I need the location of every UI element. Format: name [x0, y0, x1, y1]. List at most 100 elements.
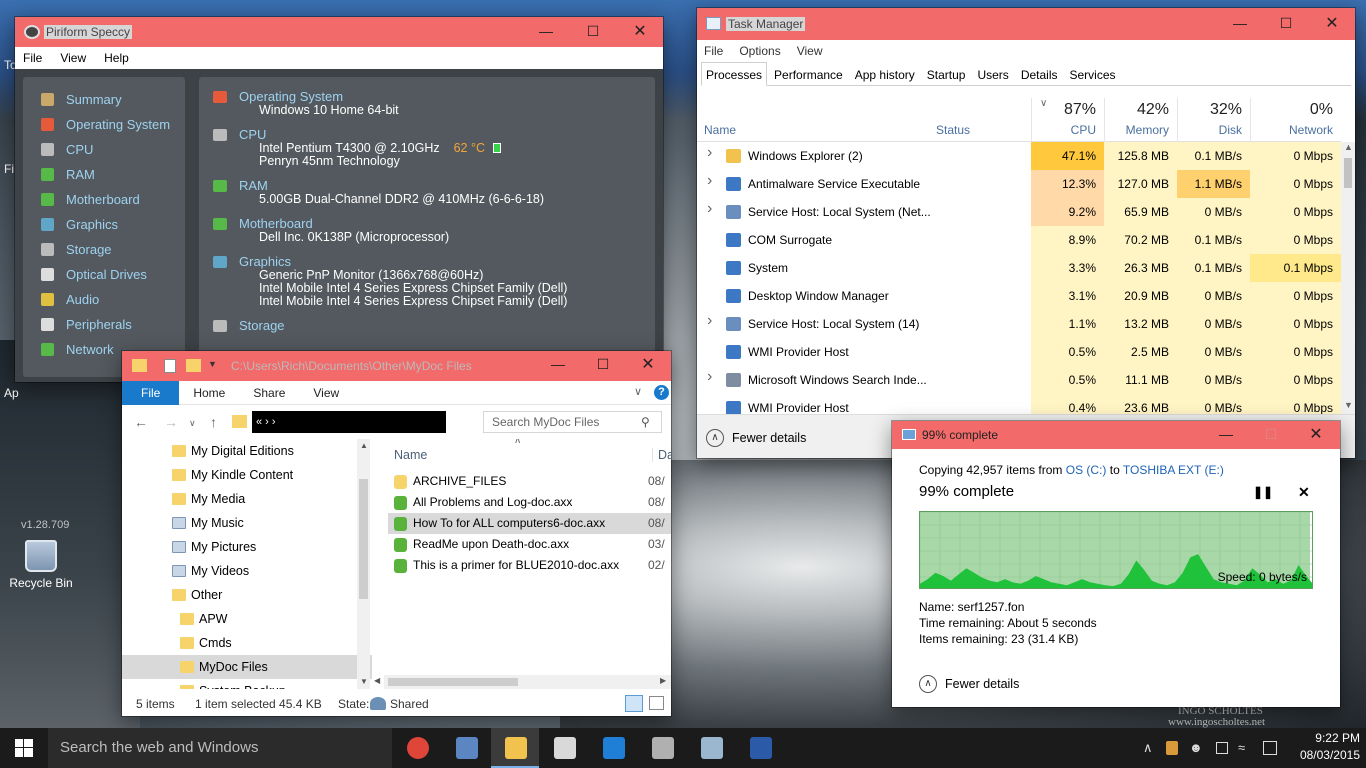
close-button[interactable]: ✕	[1309, 13, 1355, 33]
process-row[interactable]: COM Surrogate 8.9% 70.2 MB 0.1 MB/s 0 Mbps	[697, 226, 1341, 254]
process-row[interactable]: › Service Host: Local System (14) 1.1% 13.2…	[697, 310, 1341, 338]
tab-processes[interactable]: Processes	[701, 62, 768, 86]
chevron-right-icon[interactable]: ›	[707, 172, 717, 190]
scroll-down-icon[interactable]: ▼	[360, 677, 368, 686]
speccy-nav-ram[interactable]: RAM	[23, 162, 185, 187]
up-arrow-icon[interactable]: ↑	[210, 414, 217, 430]
navigation-scrollbar[interactable]: ▲ ▼	[357, 439, 370, 689]
start-button[interactable]	[0, 728, 48, 768]
tree-item[interactable]: Cmds	[122, 631, 372, 655]
process-row[interactable]: WMI Provider Host 0.5% 2.5 MB 0 MB/s 0 Mbps	[697, 338, 1341, 366]
maximize-button[interactable]: ☐	[580, 356, 626, 373]
minimize-button[interactable]: —	[535, 356, 581, 372]
file-list-hscrollbar[interactable]: ◀ ▶	[374, 675, 671, 689]
speccy-nav-optical-drives[interactable]: Optical Drives	[23, 262, 185, 287]
minimize-button[interactable]: —	[1217, 15, 1263, 31]
close-button[interactable]: ✕	[1293, 424, 1339, 444]
recycle-bin-shortcut[interactable]: Recycle Bin	[6, 540, 76, 590]
column-status[interactable]: Status	[936, 123, 970, 137]
tree-item[interactable]: My Digital Editions	[122, 439, 372, 463]
section-heading[interactable]: Graphics	[239, 254, 641, 269]
file-row[interactable]: ARCHIVE_FILES 08/	[388, 471, 671, 492]
tree-item[interactable]: My Media	[122, 487, 372, 511]
cancel-icon[interactable]: ✕	[1298, 484, 1310, 501]
section-heading[interactable]: CPU	[239, 127, 641, 142]
tray-app-icon[interactable]	[1166, 741, 1178, 755]
column-memory[interactable]: 42% Memory	[1104, 98, 1177, 142]
ribbon-tab-share[interactable]: Share	[239, 381, 299, 405]
menu-options[interactable]: Options	[739, 44, 780, 58]
help-icon[interactable]: ?	[654, 385, 669, 400]
close-button[interactable]: ✕	[617, 21, 663, 41]
forward-arrow-icon[interactable]: →	[164, 414, 178, 430]
column-network[interactable]: 0% Network	[1250, 98, 1341, 142]
taskbar-app[interactable]	[736, 728, 784, 768]
speccy-nav-audio[interactable]: Audio	[23, 287, 185, 312]
show-hidden-icons-icon[interactable]: ∧	[1143, 740, 1153, 756]
ribbon-tab-view[interactable]: View	[299, 381, 353, 405]
speccy-nav-summary[interactable]: Summary	[23, 87, 185, 112]
people-icon[interactable]: ☻	[1189, 740, 1203, 755]
task-manager-titlebar[interactable]: Task Manager — ☐ ✕	[697, 8, 1355, 40]
speccy-nav-operating-system[interactable]: Operating System	[23, 112, 185, 137]
section-heading[interactable]: Motherboard	[239, 216, 641, 231]
speccy-nav-storage[interactable]: Storage	[23, 237, 185, 262]
taskbar-app[interactable]	[589, 728, 637, 768]
speccy-nav-peripherals[interactable]: Peripherals	[23, 312, 185, 337]
close-button[interactable]: ✕	[625, 354, 671, 374]
speccy-nav-cpu[interactable]: CPU	[23, 137, 185, 162]
tree-item[interactable]: My Kindle Content	[122, 463, 372, 487]
process-row[interactable]: › Microsoft Windows Search Inde... 0.5% 11.…	[697, 366, 1341, 394]
ribbon-expand-icon[interactable]: ∨	[634, 385, 642, 398]
taskbar-app[interactable]	[491, 728, 539, 768]
scroll-thumb[interactable]	[1344, 158, 1352, 188]
maximize-button[interactable]: ☐	[570, 23, 616, 40]
tab-startup[interactable]: Startup	[922, 62, 971, 85]
battery-icon[interactable]	[1216, 742, 1228, 754]
details-view-icon[interactable]	[625, 695, 643, 712]
menu-view[interactable]: View	[60, 51, 86, 65]
section-heading[interactable]: Operating System	[239, 89, 641, 104]
ribbon-tab-home[interactable]: Home	[179, 381, 239, 405]
back-arrow-icon[interactable]: ←	[134, 414, 148, 430]
section-heading[interactable]: RAM	[239, 178, 641, 193]
large-icons-view-icon[interactable]	[649, 696, 664, 710]
source-link[interactable]: OS (C:)	[1066, 463, 1107, 477]
taskbar-app[interactable]	[638, 728, 686, 768]
scroll-up-icon[interactable]: ▲	[1344, 142, 1353, 152]
properties-icon[interactable]	[164, 359, 176, 373]
file-row[interactable]: This is a primer for BLUE2010-doc.axx 02/	[388, 555, 671, 576]
speccy-titlebar[interactable]: Piriform Speccy — ☐ ✕	[15, 17, 663, 47]
process-row[interactable]: System 3.3% 26.3 MB 0.1 MB/s 0.1 Mbps	[697, 254, 1341, 282]
minimize-button[interactable]: —	[523, 23, 569, 39]
copy-dialog-titlebar[interactable]: 99% complete — ☐ ✕	[892, 421, 1340, 449]
menu-file[interactable]: File	[23, 51, 42, 65]
tab-app-history[interactable]: App history	[850, 62, 920, 85]
tree-item[interactable]: APW	[122, 607, 372, 631]
process-row[interactable]: Desktop Window Manager 3.1% 20.9 MB 0 MB/s 0…	[697, 282, 1341, 310]
process-row[interactable]: › Windows Explorer (2) 47.1% 125.8 MB 0.1 MB…	[697, 142, 1341, 170]
process-row[interactable]: › Antimalware Service Executable 12.3% 127.…	[697, 170, 1341, 198]
chevron-right-icon[interactable]: ›	[707, 368, 717, 386]
tab-users[interactable]: Users	[972, 62, 1013, 85]
taskbar-search-box[interactable]: Search the web and Windows	[48, 728, 392, 768]
ribbon-tab-file[interactable]: File	[122, 380, 180, 405]
tree-item[interactable]: System Backup	[122, 679, 372, 689]
column-date[interactable]: Dat	[652, 448, 671, 462]
column-name[interactable]: Name	[394, 448, 427, 462]
fewer-details-button[interactable]: ∧ Fewer details	[706, 429, 806, 447]
fewer-details-button[interactable]: ∧ Fewer details	[919, 675, 1019, 693]
minimize-button[interactable]: —	[1203, 426, 1249, 442]
tree-item[interactable]: My Pictures	[122, 535, 372, 559]
menu-help[interactable]: Help	[104, 51, 129, 65]
column-cpu[interactable]: 87% CPU	[1031, 98, 1104, 142]
file-explorer-titlebar[interactable]: ▼ C:\Users\Rich\Documents\Other\MyDoc Fi…	[122, 351, 671, 381]
tree-item[interactable]: Other	[122, 583, 372, 607]
column-name[interactable]: Name	[704, 123, 736, 137]
file-row[interactable]: All Problems and Log-doc.axx 08/	[388, 492, 671, 513]
file-row[interactable]: How To for ALL computers6-doc.axx 08/	[388, 513, 671, 534]
column-disk[interactable]: 32% Disk	[1177, 98, 1250, 142]
tab-performance[interactable]: Performance	[769, 62, 848, 85]
quick-access-dropdown-icon[interactable]: ▼	[208, 359, 217, 369]
section-heading[interactable]: Storage	[239, 318, 641, 333]
